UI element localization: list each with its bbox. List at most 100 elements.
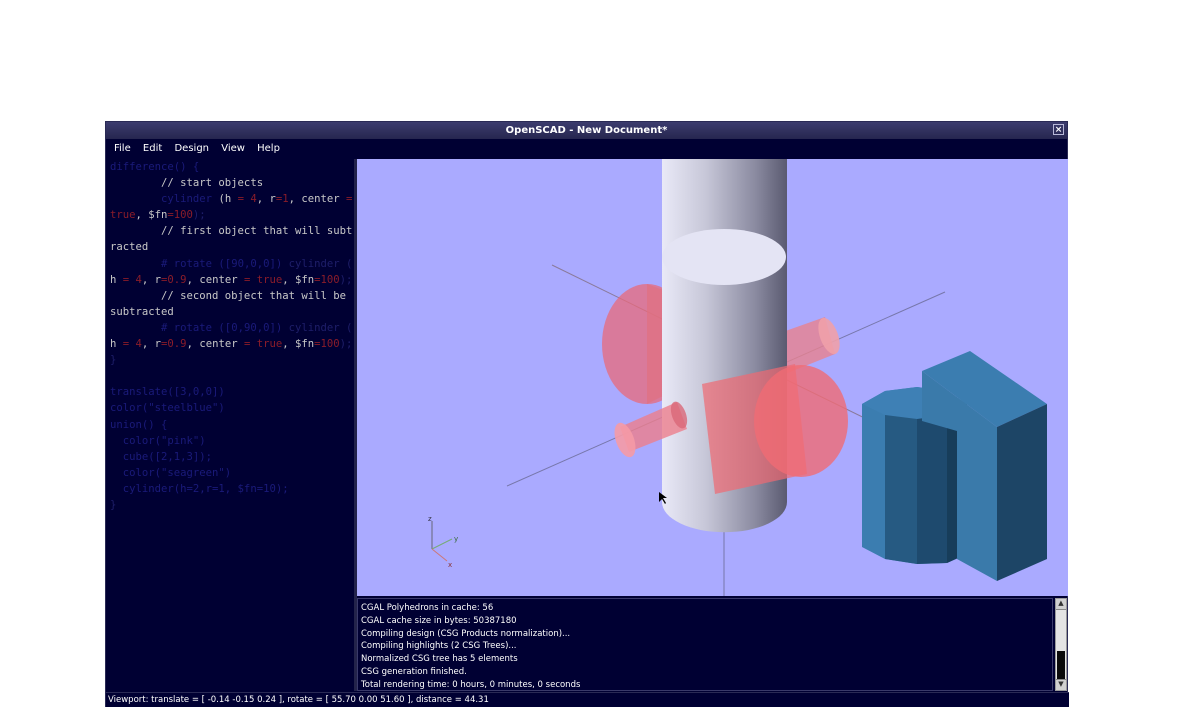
code-token: =0.9 xyxy=(161,338,187,351)
code-token: true xyxy=(110,209,136,222)
code-token: =100 xyxy=(167,209,193,222)
code-token: } xyxy=(110,498,117,511)
code-line[interactable]: } xyxy=(108,352,354,368)
app-window: OpenSCAD - New Document* × File Edit Des… xyxy=(105,121,1069,707)
code-token: h xyxy=(110,338,123,351)
code-line[interactable]: // first object that will subt xyxy=(108,223,354,239)
code-line[interactable]: color("pink") xyxy=(108,433,354,449)
menu-help[interactable]: Help xyxy=(257,143,280,154)
menu-edit[interactable]: Edit xyxy=(143,143,162,154)
code-token: = xyxy=(346,193,353,206)
code-token: // first object that will subt xyxy=(110,225,353,238)
code-token: // start objects xyxy=(110,177,264,190)
code-token: // second object that will be xyxy=(110,289,346,302)
code-token: ); xyxy=(192,209,206,222)
code-line[interactable]: // second object that will be xyxy=(108,288,354,304)
console-line: CSG generation finished. xyxy=(361,666,467,677)
code-token: # rotate ([90,0,0]) xyxy=(161,257,289,270)
code-token: =100 xyxy=(314,273,340,286)
window-title: OpenSCAD - New Document* xyxy=(505,125,668,136)
scroll-down-icon[interactable]: ▼ xyxy=(1056,679,1066,690)
code-token: =0.9 xyxy=(161,273,187,286)
code-token: , $fn xyxy=(135,209,168,222)
menu-file[interactable]: File xyxy=(114,143,131,154)
code-token: cylinder ( xyxy=(288,257,353,270)
code-token: =1 xyxy=(275,193,289,206)
code-token: = 4 xyxy=(122,273,142,286)
console-output: CGAL Polyhedrons in cache: 56 CGAL cache… xyxy=(357,598,1053,691)
code-line[interactable]: h = 4, r=0.9, center = true, $fn=100); xyxy=(108,272,354,288)
steelblue-union xyxy=(862,351,1047,581)
console-scrollbar[interactable]: ▲ ▼ xyxy=(1055,598,1067,691)
console-line: CGAL cache size in bytes: 50387180 xyxy=(361,615,517,626)
code-line[interactable]: // start objects xyxy=(108,175,354,191)
code-token: } xyxy=(110,354,117,367)
code-token: , $fn xyxy=(282,338,315,351)
console-line: Compiling highlights (2 CSG Trees)... xyxy=(361,641,517,652)
code-line[interactable]: color("seagreen") xyxy=(108,465,354,481)
code-token: = true xyxy=(243,273,283,286)
code-line[interactable]: cube([2,1,3]); xyxy=(108,449,354,465)
scroll-thumb[interactable] xyxy=(1057,651,1065,681)
console-line: Total rendering time: 0 hours, 0 minutes… xyxy=(361,679,581,690)
code-line[interactable]: } xyxy=(108,497,354,513)
code-token: cylinder xyxy=(161,193,213,206)
code-line[interactable]: racted xyxy=(108,239,354,255)
code-token: difference() { xyxy=(110,161,200,173)
code-line[interactable]: # rotate ([90,0,0]) cylinder ( xyxy=(108,256,354,272)
code-token: translate([3,0,0]) xyxy=(110,386,225,399)
axes-gizmo-icon: z y x xyxy=(428,515,458,569)
code-line[interactable] xyxy=(108,368,354,384)
code-token: = 4 xyxy=(122,338,142,351)
code-token: =100 xyxy=(314,338,340,351)
code-token: , center xyxy=(186,273,244,286)
code-editor[interactable]: difference() { // start objects cylinder… xyxy=(108,159,357,691)
code-token: = 4 xyxy=(237,193,257,206)
3d-viewport[interactable]: z y x xyxy=(357,159,1068,596)
code-line[interactable]: translate([3,0,0]) xyxy=(108,384,354,400)
code-token: color("pink") xyxy=(110,434,206,447)
code-token: # rotate ([0,90,0]) xyxy=(161,321,289,334)
code-token: cylinder(h=2,r=1, $fn=10); xyxy=(110,482,289,495)
code-token: cylinder ( xyxy=(288,321,353,334)
console-line: Normalized CSG tree has 5 elements xyxy=(361,654,518,665)
code-line[interactable]: union() { xyxy=(108,417,354,433)
console-line: Compiling design (CSG Products normaliza… xyxy=(361,628,571,639)
menu-bar: File Edit Design View Help xyxy=(106,140,1067,158)
code-token: color("seagreen") xyxy=(110,466,232,479)
menu-design[interactable]: Design xyxy=(174,143,209,154)
code-line[interactable]: h = 4, r=0.9, center = true, $fn=100); xyxy=(108,336,354,352)
gizmo-y-label: y xyxy=(454,535,458,543)
code-token: (h xyxy=(212,193,238,206)
subtracted-cylinder-2-tail xyxy=(777,317,840,374)
code-token: cube([2,1,3]); xyxy=(110,450,213,463)
code-token: = true xyxy=(243,338,283,351)
code-line[interactable]: cylinder (h = 4, r=1, center = xyxy=(108,191,354,207)
code-line[interactable]: true, $fn=100); xyxy=(108,207,354,223)
code-token: subtracted xyxy=(110,305,174,318)
console-line: CGAL Polyhedrons in cache: 56 xyxy=(361,603,494,613)
code-token: , r xyxy=(256,193,276,206)
status-bar: Viewport: translate = [ -0.14 -0.15 0.24… xyxy=(106,692,1069,707)
code-token: ); xyxy=(339,273,353,286)
scroll-up-icon[interactable]: ▲ xyxy=(1056,599,1066,610)
code-token: , $fn xyxy=(282,273,315,286)
close-button[interactable]: × xyxy=(1053,124,1064,135)
code-line[interactable]: # rotate ([0,90,0]) cylinder ( xyxy=(108,320,354,336)
gizmo-z-label: z xyxy=(428,515,432,523)
code-token: , center xyxy=(186,338,244,351)
code-token: h xyxy=(110,273,123,286)
title-bar[interactable]: OpenSCAD - New Document* × xyxy=(106,122,1067,139)
code-token: , r xyxy=(141,273,162,286)
code-line[interactable]: subtracted xyxy=(108,304,354,320)
menu-view[interactable]: View xyxy=(221,143,245,154)
code-line[interactable]: color("steelblue") xyxy=(108,400,354,416)
code-token: , r xyxy=(141,338,162,351)
code-line[interactable]: cylinder(h=2,r=1, $fn=10); xyxy=(108,481,354,497)
code-token: , center xyxy=(288,193,347,206)
code-token: color("steelblue") xyxy=(110,402,225,415)
code-line[interactable]: difference() { xyxy=(108,159,354,175)
